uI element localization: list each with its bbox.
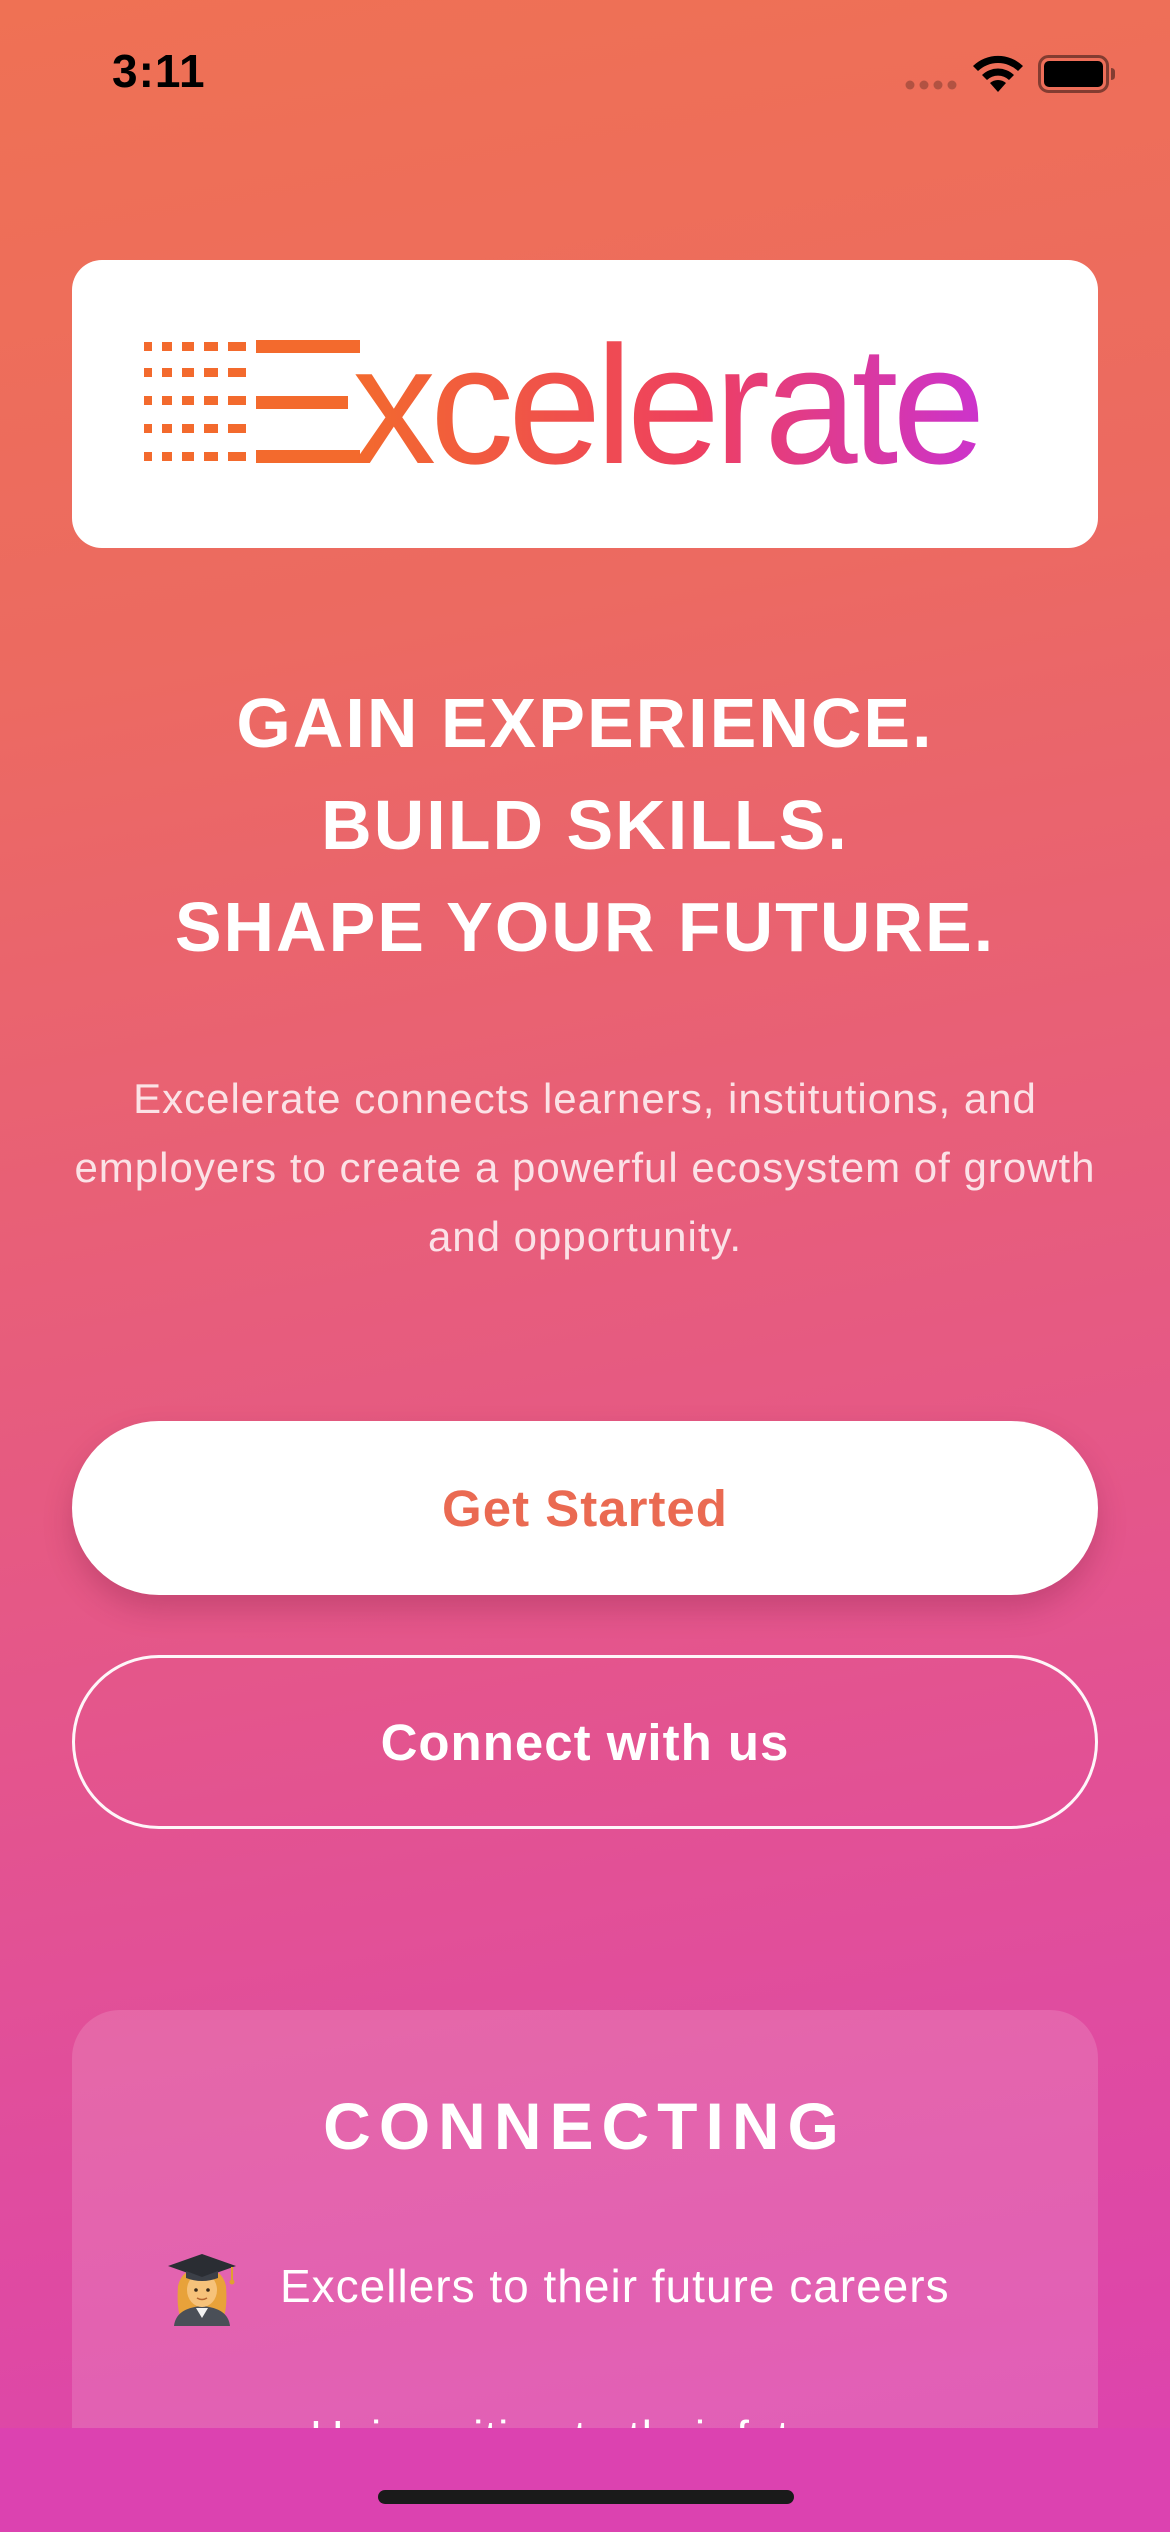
- status-bar: 3:11: [0, 0, 1170, 150]
- graduate-icon: [168, 2254, 236, 2326]
- svg-text:xcelerate: xcelerate: [352, 311, 980, 499]
- logo-card: xcelerate: [72, 260, 1098, 548]
- connecting-item-text: Excellers to their future careers: [280, 2260, 950, 2312]
- onboarding-screen: 3:11 xcelerate GAIN EXPERIENCE. BUILD SK…: [0, 0, 1170, 2532]
- status-time: 3:11: [112, 45, 206, 97]
- hero-description: Excelerate connects learners, institutio…: [74, 1075, 1096, 1260]
- wifi-icon: [973, 55, 1023, 92]
- connecting-title: CONNECTING: [323, 2089, 847, 2163]
- battery-icon: [1038, 55, 1115, 93]
- connect-with-us-button[interactable]: Connect with us: [72, 1655, 1098, 1829]
- get-started-button[interactable]: Get Started: [72, 1421, 1098, 1595]
- headline-line-3: SHAPE YOUR FUTURE.: [174, 888, 996, 966]
- connecting-item: Excellers to their future careers: [162, 2246, 950, 2326]
- bottom-safe-area: [0, 2428, 1170, 2532]
- signal-icon: [905, 80, 957, 90]
- excelerate-logo: xcelerate: [144, 311, 986, 499]
- headline-line-2: BUILD SKILLS.: [321, 786, 849, 864]
- hero-headline: GAIN EXPERIENCE. BUILD SKILLS. SHAPE YOU…: [0, 672, 1170, 978]
- home-indicator[interactable]: [378, 2490, 794, 2504]
- headline-line-1: GAIN EXPERIENCE.: [236, 684, 934, 762]
